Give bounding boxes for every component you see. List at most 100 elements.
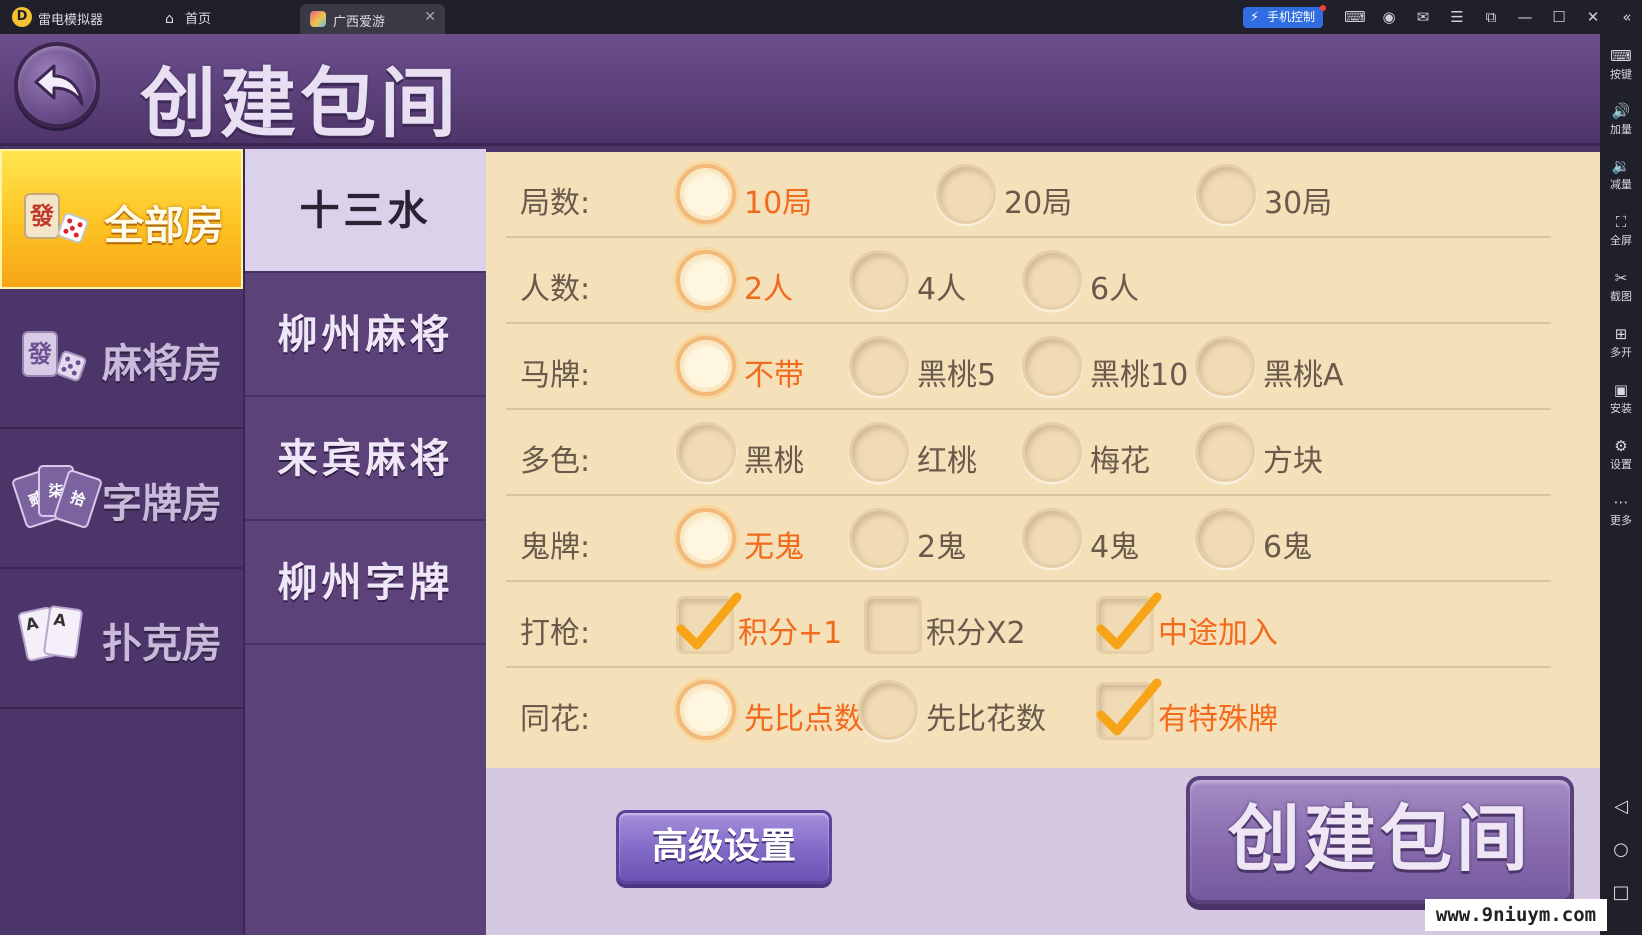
game-item-shisanshui[interactable]: 十三水 [245,149,486,273]
game-item-laibin-mahjong[interactable]: 来宾麻将 [245,397,486,521]
restore-window-icon[interactable]: ⧉ [1474,6,1508,28]
option-row-ghost-cards: 鬼牌: 无鬼 2鬼 4鬼 6鬼 [506,496,1551,582]
game-item-liuzhou-mahjong[interactable]: 柳州麻将 [245,273,486,397]
row-label: 同花: [520,702,591,737]
radio-unselected[interactable] [858,680,918,740]
radio-unselected[interactable] [849,336,909,396]
gear-icon: ⚙ [1614,437,1628,455]
checkbox-checked[interactable] [1096,678,1162,740]
radio-unselected[interactable] [1022,508,1082,568]
option-label: 黑桃10 [1090,358,1189,393]
game-screen: 创建包间 發 全部房 發 麻将房 贰 柒 拾 字牌房 A A 扑克房 十三水 柳… [0,34,1600,935]
category-word-card-rooms[interactable]: 贰 柒 拾 字牌房 [0,429,243,569]
volume-down-icon: 🔉 [1611,157,1631,175]
radio-unselected[interactable] [1195,422,1255,482]
radio-selected[interactable] [676,250,736,310]
app-tab-icon [310,11,326,27]
game-item-liuzhou-zipai[interactable]: 柳州字牌 [245,521,486,645]
radio-unselected[interactable] [849,422,909,482]
close-window-icon[interactable]: ✕ [1576,6,1610,28]
home-icon: ⌂ [165,11,174,27]
toolbar-screenshot[interactable]: ✂ 截图 [1600,268,1642,304]
option-label: 中途加入 [1158,616,1278,651]
menu-icon[interactable]: ☰ [1440,6,1474,28]
die-shape [54,349,88,383]
toolbar-label: 多开 [1610,346,1632,359]
multi-instance-icon: ⊞ [1614,325,1628,343]
radio-unselected[interactable] [1022,250,1082,310]
radio-unselected[interactable] [1022,336,1082,396]
mahjong-tile-glyph: 發 [22,331,58,377]
row-label: 多色: [520,444,591,479]
toolbar-settings[interactable]: ⚙ 设置 [1600,436,1642,472]
toolbar-install[interactable]: ▣ 安装 [1600,380,1642,416]
advanced-settings-button[interactable]: 高级设置 [616,810,832,884]
category-label: 字牌房 [102,481,222,527]
mahjong-dice-icon: 發 [22,331,88,387]
page-title: 创建包间 [140,59,460,148]
more-icon: ⋯ [1613,493,1629,511]
toolbar-label: 全屏 [1610,234,1632,247]
radio-unselected[interactable] [936,164,996,224]
option-label: 不带 [744,358,804,393]
category-label: 扑克房 [102,621,222,667]
maximize-icon[interactable]: ☐ [1542,6,1576,28]
toolbar-volume-up[interactable]: 🔊 加量 [1600,101,1642,137]
radio-selected[interactable] [676,680,736,740]
mahjong-tile-glyph: 發 [24,193,60,239]
radio-selected[interactable] [676,164,736,224]
room-category-list: 發 全部房 發 麻将房 贰 柒 拾 字牌房 A A 扑克房 [0,149,243,935]
toolbar-fullscreen[interactable]: ⛶ 全屏 [1600,212,1642,248]
gamepad-icon[interactable]: ⌨ [1338,6,1372,28]
checkbox-checked[interactable] [1096,592,1162,654]
option-label: 2鬼 [917,530,967,565]
account-icon[interactable]: ◉ [1372,6,1406,28]
radio-unselected[interactable] [849,508,909,568]
phone-control-button[interactable]: ⚡ 手机控制 [1243,5,1327,28]
android-home-icon[interactable]: ○ [1600,839,1642,860]
option-label: 无鬼 [744,530,804,565]
option-row-shooting: 打枪: 积分+1 积分X2 中途加入 [506,582,1551,668]
option-label: 黑桃A [1263,358,1344,393]
word-cards-icon: 贰 柒 拾 [10,463,104,535]
radio-unselected[interactable] [849,250,909,310]
minimize-icon[interactable]: — [1508,6,1542,28]
category-all-rooms[interactable]: 發 全部房 [0,149,243,289]
toolbar-volume-down[interactable]: 🔉 减量 [1600,156,1642,192]
option-label: 先比点数 [744,702,864,737]
fullscreen-icon: ⛶ [1615,213,1627,231]
back-button[interactable] [14,42,100,128]
radio-selected[interactable] [676,336,736,396]
radio-unselected[interactable] [1195,336,1255,396]
radio-unselected[interactable] [676,422,736,482]
toolbar-keymap[interactable]: ⌨ 按键 [1600,46,1642,82]
scissors-icon: ✂ [1614,269,1628,287]
toolbar-label: 更多 [1610,514,1632,527]
radio-unselected[interactable] [1195,508,1255,568]
home-tab[interactable]: ⌂ 首页 [165,8,211,27]
close-tab-icon[interactable]: ✕ [424,9,436,25]
emulator-title-bar: D 雷电模拟器 ⌂ 首页 广西爱游 ✕ ⚡ 手机控制 ⌨ ◉ ✉ ☰ ⧉ — ☐ ✕… [0,0,1642,34]
category-mahjong-rooms[interactable]: 發 麻将房 [0,289,243,429]
game-type-list: 十三水 柳州麻将 来宾麻将 柳州字牌 [243,149,486,935]
radio-selected[interactable] [676,508,736,568]
emulator-app-name: 雷电模拟器 [38,13,104,28]
active-app-tab[interactable]: 广西爱游 ✕ [300,4,445,34]
mail-icon[interactable]: ✉ [1406,6,1440,28]
checkbox-unchecked[interactable] [864,596,922,654]
collapse-sidebar-icon[interactable]: « [1610,6,1642,28]
row-label: 局数: [520,186,591,221]
option-row-horse-card: 马牌: 不带 黑桃5 黑桃10 黑桃A [506,324,1551,410]
radio-unselected[interactable] [1022,422,1082,482]
row-label: 马牌: [520,358,591,393]
toolbar-multi[interactable]: ⊞ 多开 [1600,324,1642,360]
toolbar-more[interactable]: ⋯ 更多 [1600,492,1642,528]
option-label: 黑桃5 [917,358,997,393]
radio-unselected[interactable] [1196,164,1256,224]
category-poker-rooms[interactable]: A A 扑克房 [0,569,243,709]
option-row-players: 人数: 2人 4人 6人 [506,238,1551,324]
android-back-icon[interactable]: ◁ [1600,796,1642,817]
checkbox-checked[interactable] [676,592,742,654]
create-room-button[interactable]: 创建包间 [1186,776,1574,904]
option-row-multi-color: 多色: 黑桃 红桃 梅花 方块 [506,410,1551,496]
